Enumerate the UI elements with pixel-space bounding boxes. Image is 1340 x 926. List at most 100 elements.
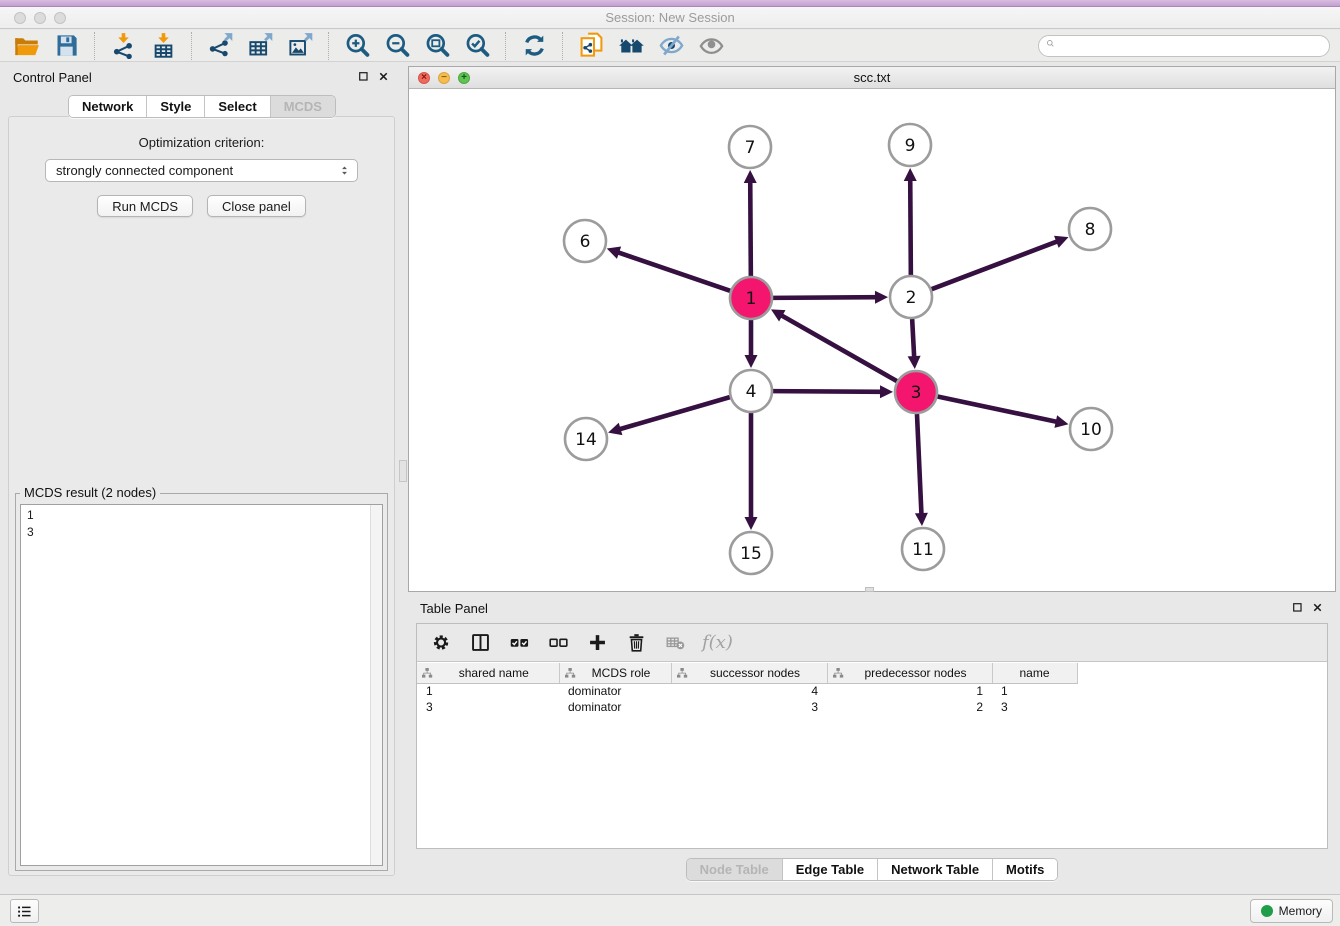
node-11[interactable]: 11 <box>902 528 944 570</box>
node-15[interactable]: 15 <box>730 532 772 574</box>
search-input[interactable] <box>1038 35 1330 57</box>
folder-open-button[interactable] <box>6 31 46 61</box>
delete-table-button <box>663 631 687 655</box>
table-cell[interactable]: 3 <box>992 699 1077 715</box>
toolbar-separator <box>94 32 95 60</box>
zoom-fit-button[interactable] <box>417 31 457 61</box>
zoom-selected-button[interactable] <box>457 31 497 61</box>
node-4[interactable]: 4 <box>730 370 772 412</box>
close-panel-button[interactable]: Close panel <box>207 195 306 217</box>
edge-4-14[interactable] <box>608 397 730 435</box>
select-all-button[interactable] <box>507 631 531 655</box>
edge-2-8[interactable] <box>932 236 1069 289</box>
table-cell[interactable]: 4 <box>671 683 827 699</box>
network-canvas[interactable]: 7 9 6 8 1 2 4 3 14 10 15 11 <box>409 90 1335 591</box>
optimization-criterion-select[interactable]: strongly connected component <box>45 159 358 182</box>
column-header-predecessor-nodes[interactable]: predecessor nodes <box>827 663 992 683</box>
save-button[interactable] <box>46 31 86 61</box>
tab-edge-table[interactable]: Edge Table <box>782 859 877 880</box>
edge-2-3[interactable] <box>908 319 921 369</box>
tab-select[interactable]: Select <box>204 96 269 117</box>
add-button[interactable] <box>585 631 609 655</box>
table-cell[interactable]: 3 <box>671 699 827 715</box>
tab-style[interactable]: Style <box>146 96 204 117</box>
table-cell[interactable]: 1 <box>992 683 1077 699</box>
zoom-out-button[interactable] <box>377 31 417 61</box>
gear-button[interactable] <box>429 631 453 655</box>
result-scrollbar[interactable] <box>370 505 382 865</box>
edge-3-11[interactable] <box>915 414 928 526</box>
panel-splitter-handle[interactable] <box>399 460 407 482</box>
export-image-button[interactable] <box>280 31 320 61</box>
table-cell[interactable]: 1 <box>417 683 559 699</box>
memory-button[interactable]: Memory <box>1250 899 1333 923</box>
table-cell[interactable]: dominator <box>559 683 671 699</box>
edge-3-1[interactable] <box>771 309 897 381</box>
edge-2-9[interactable] <box>904 168 917 275</box>
edge-4-3[interactable] <box>773 385 893 398</box>
tab-network-table[interactable]: Network Table <box>877 859 992 880</box>
table-cell[interactable]: dominator <box>559 699 671 715</box>
network-window-titlebar[interactable]: × − + scc.txt <box>409 67 1335 89</box>
table-viewport[interactable]: shared nameMCDS rolesuccessor nodesprede… <box>417 663 1327 848</box>
import-network-button[interactable] <box>103 31 143 61</box>
table-cell[interactable]: 3 <box>417 699 559 715</box>
export-network-button[interactable] <box>200 31 240 61</box>
tab-node-table[interactable]: Node Table <box>687 859 782 880</box>
node-8[interactable]: 8 <box>1069 208 1111 250</box>
edge-3-10[interactable] <box>938 397 1069 428</box>
export-table-button[interactable] <box>240 31 280 61</box>
node-2[interactable]: 2 <box>890 276 932 318</box>
column-header-successor-nodes[interactable]: successor nodes <box>671 663 827 683</box>
mcds-result-box[interactable]: 1 3 <box>20 504 383 866</box>
show-all-button[interactable] <box>691 31 731 61</box>
run-mcds-button[interactable]: Run MCDS <box>97 195 193 217</box>
float-panel-icon[interactable] <box>357 70 370 83</box>
edge-1-4[interactable] <box>745 320 758 368</box>
view-resize-handle[interactable] <box>865 587 874 592</box>
node-7[interactable]: 7 <box>729 126 771 168</box>
node-9[interactable]: 9 <box>889 124 931 166</box>
toolbar-separator <box>505 32 506 60</box>
first-neighbors-button[interactable] <box>611 31 651 61</box>
node-6[interactable]: 6 <box>564 220 606 262</box>
columns-button[interactable] <box>468 631 492 655</box>
tab-motifs[interactable]: Motifs <box>992 859 1057 880</box>
column-header-MCDS-role[interactable]: MCDS role <box>559 663 671 683</box>
edge-1-2[interactable] <box>773 291 888 304</box>
node-label: 7 <box>745 138 756 158</box>
node-label: 15 <box>740 544 762 564</box>
edge-1-7[interactable] <box>744 170 757 276</box>
trash-button[interactable] <box>624 631 648 655</box>
edge-1-6[interactable] <box>607 247 730 291</box>
column-header-name[interactable]: name <box>992 663 1077 683</box>
table-row[interactable]: 1dominator411 <box>417 683 1077 699</box>
task-history-button[interactable] <box>10 899 39 923</box>
float-table-panel-icon[interactable] <box>1291 601 1304 614</box>
memory-status-icon <box>1261 905 1273 917</box>
node-1[interactable]: 1 <box>730 277 772 319</box>
node-10[interactable]: 10 <box>1070 408 1112 450</box>
tab-mcds[interactable]: MCDS <box>270 96 335 117</box>
app-title: Session: New Session <box>0 10 1340 25</box>
import-table-button[interactable] <box>143 31 183 61</box>
table-cell[interactable]: 2 <box>827 699 992 715</box>
zoom-selected-icon <box>464 32 491 59</box>
clone-network-button[interactable] <box>571 31 611 61</box>
node-14[interactable]: 14 <box>565 418 607 460</box>
edge-4-15[interactable] <box>745 413 758 530</box>
deselect-all-button[interactable] <box>546 631 570 655</box>
tab-network[interactable]: Network <box>69 96 146 117</box>
hide-selected-button[interactable] <box>651 31 691 61</box>
refresh-button[interactable] <box>514 31 554 61</box>
list-icon <box>16 903 33 920</box>
close-panel-icon[interactable] <box>377 70 390 83</box>
column-header-shared-name[interactable]: shared name <box>417 663 559 683</box>
close-table-panel-icon[interactable] <box>1311 601 1324 614</box>
table-row[interactable]: 3dominator323 <box>417 699 1077 715</box>
arrowhead-icon <box>915 513 928 526</box>
clone-network-icon <box>578 32 605 59</box>
node-3[interactable]: 3 <box>895 371 937 413</box>
table-cell[interactable]: 1 <box>827 683 992 699</box>
zoom-in-button[interactable] <box>337 31 377 61</box>
